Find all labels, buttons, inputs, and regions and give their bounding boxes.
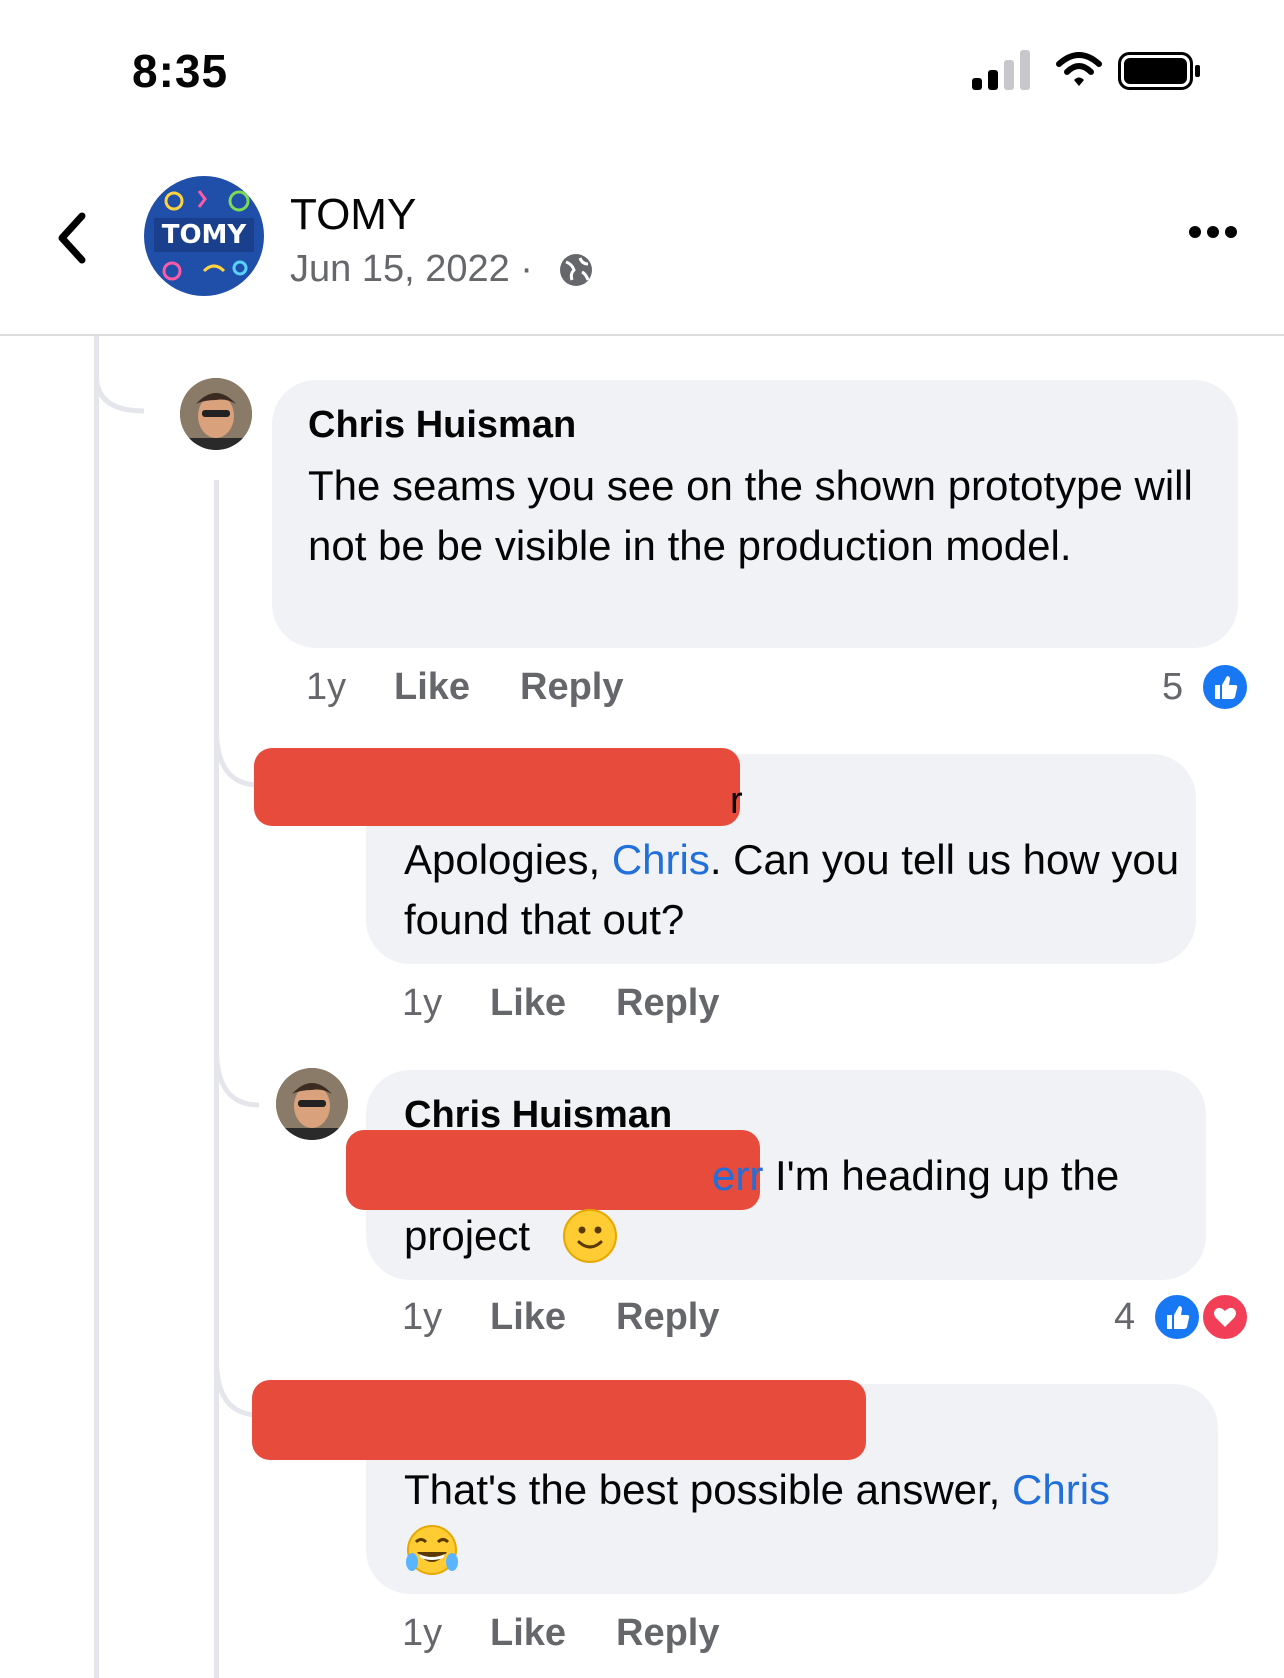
status-time: 8:35 — [132, 45, 229, 97]
mention-link[interactable]: Chris — [1012, 1466, 1110, 1513]
redacted-mention — [346, 1130, 760, 1210]
slightly-smiling-emoji — [563, 1209, 617, 1263]
tomy-logo-text: TOMY — [154, 218, 254, 252]
like-button[interactable]: Like — [490, 982, 566, 1025]
comment-text: Apologies, Chris. Can you tell us how yo… — [404, 836, 1180, 943]
like-reaction-icon[interactable] — [1200, 662, 1250, 712]
battery-icon — [1118, 52, 1200, 90]
comment-time[interactable]: 1y — [402, 1612, 442, 1655]
comment-time[interactable]: 1y — [306, 666, 346, 709]
globe-icon — [560, 254, 592, 286]
comment-author[interactable]: Chris Huisman — [308, 404, 576, 447]
reply-button[interactable]: Reply — [616, 982, 719, 1025]
mention-link[interactable]: Chris — [612, 836, 710, 883]
thread-line — [94, 336, 99, 1678]
tears-of-joy-emoji — [406, 1525, 458, 1575]
comment-text: That's the best possible answer, Chris — [404, 1466, 1111, 1513]
cellular-signal-icon — [972, 50, 1030, 90]
comment-text: err I'm heading up the — [712, 1152, 1120, 1199]
like-button[interactable]: Like — [490, 1612, 566, 1655]
comment-time[interactable]: 1y — [402, 982, 442, 1025]
comment-text: The seams you see on the shown prototype… — [308, 462, 1193, 569]
author-fragment: r — [730, 780, 743, 822]
thread-connector — [94, 336, 145, 414]
reaction-count[interactable]: 4 — [1114, 1296, 1135, 1339]
like-button[interactable]: Like — [490, 1296, 566, 1339]
reply-button[interactable]: Reply — [616, 1612, 719, 1655]
chevron-left-icon[interactable] — [52, 208, 92, 268]
wifi-icon — [1056, 52, 1102, 86]
page-name[interactable]: TOMY — [290, 190, 416, 240]
post-date[interactable]: Jun 15, 2022 · — [290, 248, 533, 291]
commenter-avatar[interactable] — [180, 378, 252, 450]
comment-time[interactable]: 1y — [402, 1296, 442, 1339]
mention-fragment[interactable]: err — [712, 1152, 763, 1199]
redacted-author — [254, 748, 740, 826]
redacted-author — [252, 1380, 866, 1460]
comment-text-line2: project — [404, 1212, 531, 1259]
reply-connector — [214, 1050, 260, 1108]
page-avatar[interactable]: TOMY — [144, 176, 264, 296]
like-button[interactable]: Like — [394, 666, 470, 709]
reply-button[interactable]: Reply — [520, 666, 623, 709]
reply-button[interactable]: Reply — [616, 1296, 719, 1339]
reaction-count[interactable]: 5 — [1162, 666, 1183, 709]
love-reaction-icon[interactable] — [1200, 1292, 1250, 1342]
more-options-icon[interactable] — [1188, 222, 1238, 242]
like-reaction-icon[interactable] — [1152, 1292, 1202, 1342]
commenter-avatar[interactable] — [276, 1068, 348, 1140]
